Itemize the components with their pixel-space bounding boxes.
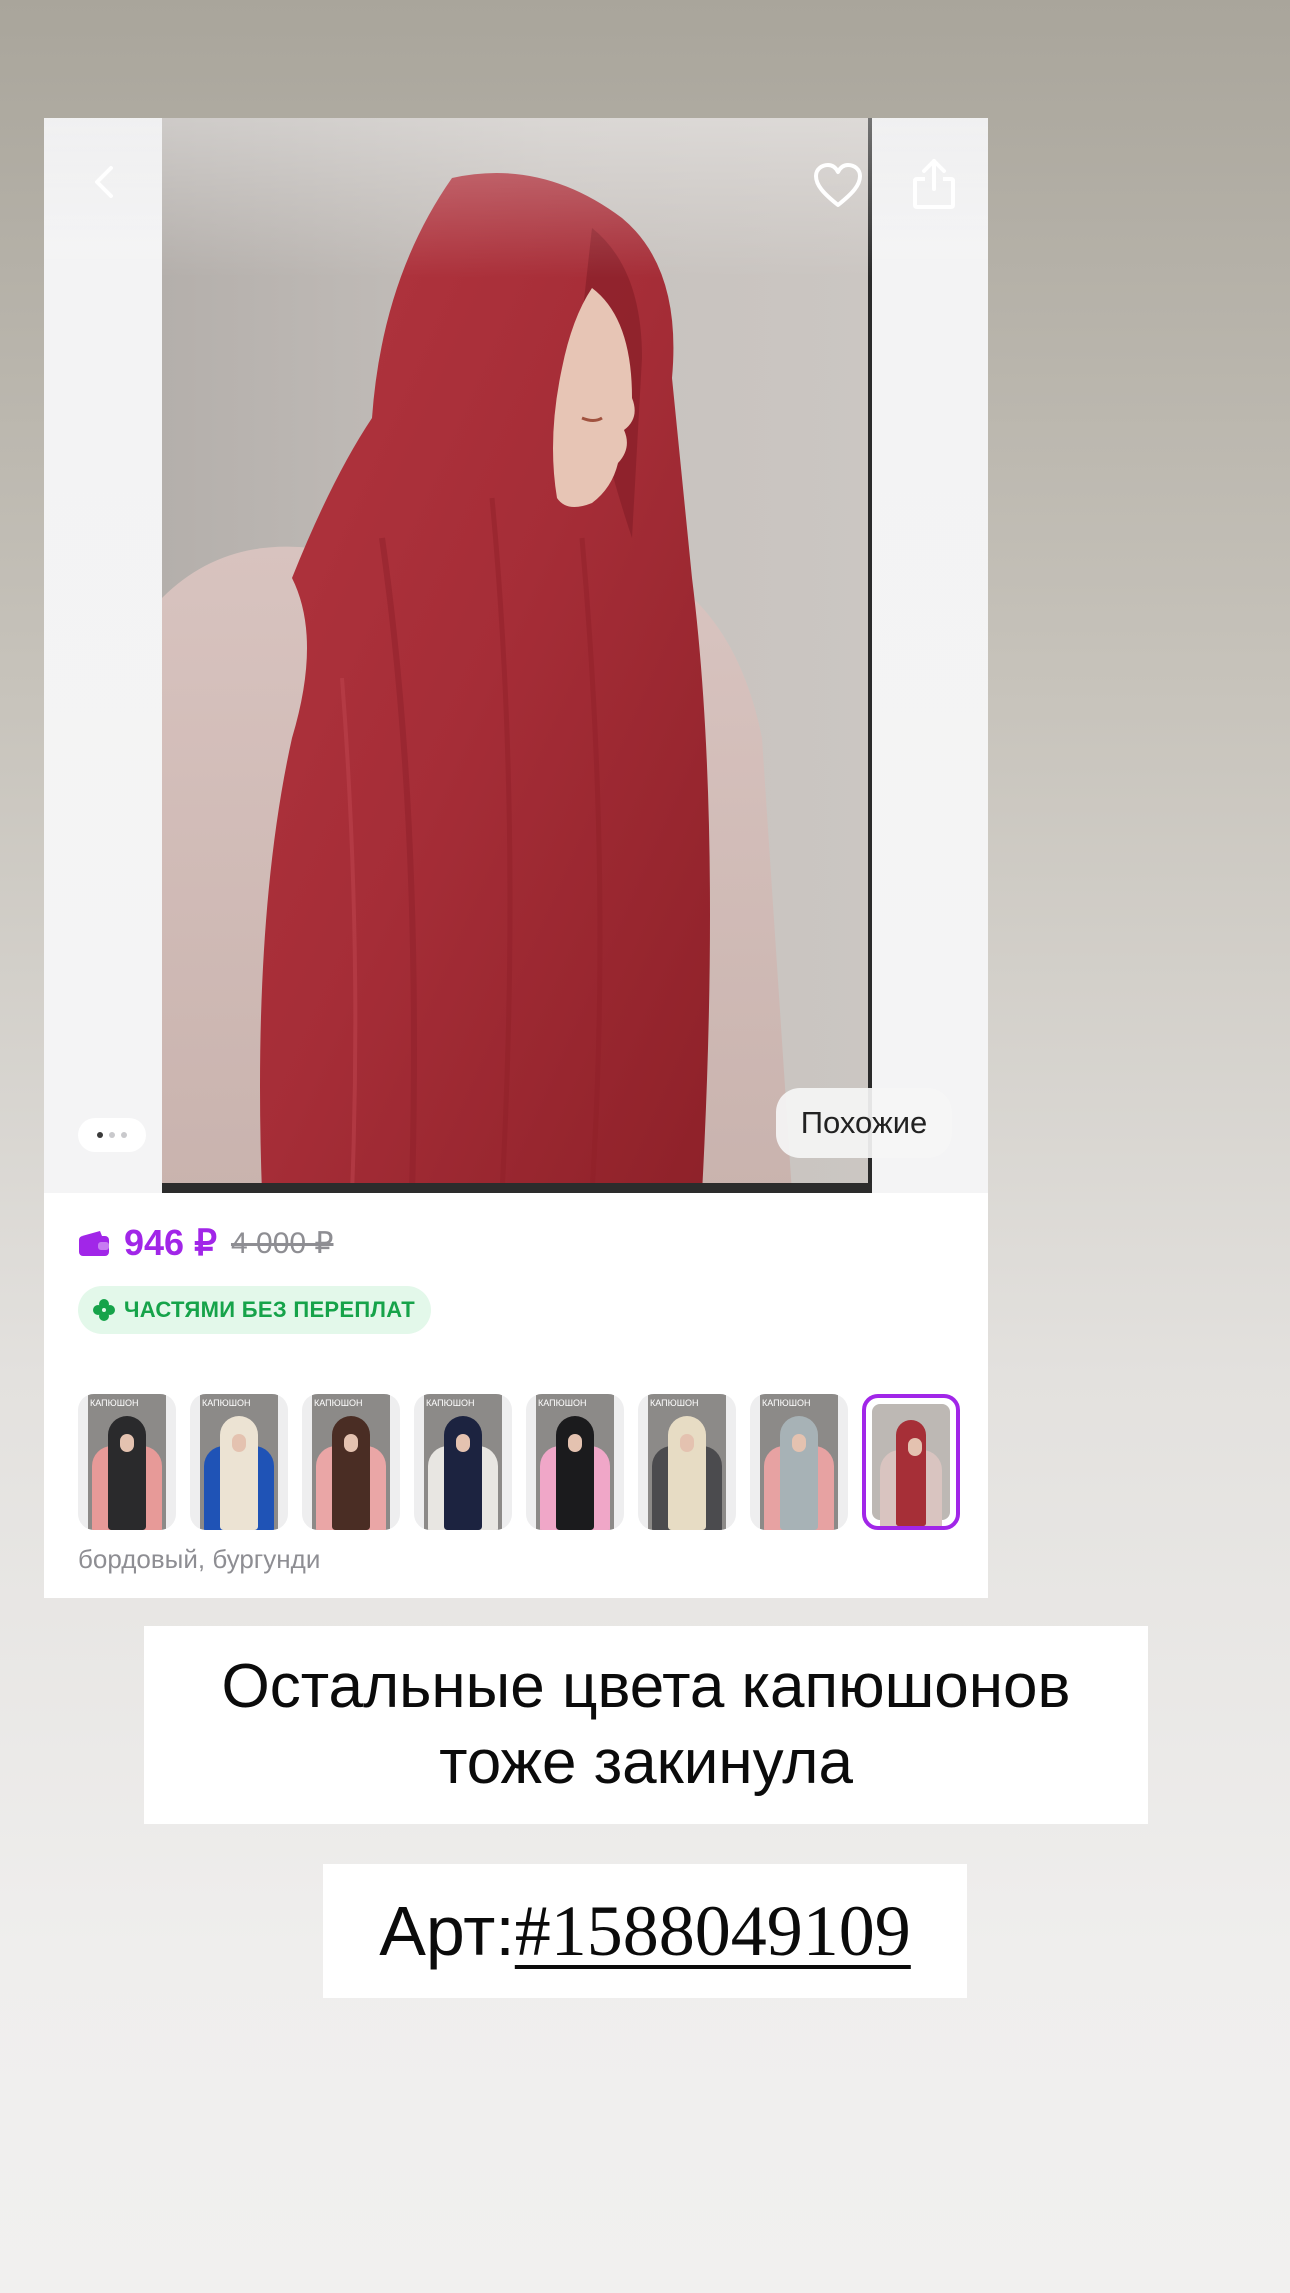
color-variant-thumbnail[interactable] — [862, 1394, 960, 1530]
caption-line-1: Остальные цвета капюшонов — [221, 1652, 1071, 1721]
thumbnail-hood — [896, 1420, 926, 1526]
caption-line-2: тоже закинула — [439, 1728, 853, 1797]
color-variant-thumbnail[interactable]: КАПЮШОН — [302, 1394, 400, 1530]
share-button[interactable] — [902, 152, 966, 216]
current-price: 946 ₽ — [124, 1222, 217, 1263]
price-row: 946 ₽ 4 000 ₽ — [78, 1218, 333, 1268]
color-variant-thumbnail[interactable]: КАПЮШОН — [638, 1394, 736, 1530]
thumbnail-caption: КАПЮШОН — [762, 1398, 811, 1408]
back-button[interactable] — [74, 150, 138, 214]
photo-edge — [868, 118, 872, 1193]
page-dot — [97, 1132, 103, 1138]
color-variant-thumbnail[interactable]: КАПЮШОН — [750, 1394, 848, 1530]
thumbnail-caption: КАПЮШОН — [314, 1398, 363, 1408]
product-gallery[interactable]: Похожие — [44, 118, 988, 1193]
thumbnail-face — [792, 1434, 806, 1452]
thumbnail-face — [568, 1434, 582, 1452]
thumbnail-face — [344, 1434, 358, 1452]
gallery-pagination — [78, 1118, 146, 1152]
thumbnail-face — [456, 1434, 470, 1452]
product-card: Похожие 946 ₽ 4 000 ₽ ЧАСТЯМИ БЕЗ ПЕРЕПЛ… — [44, 118, 988, 1598]
old-price: 4 000 ₽ — [230, 1226, 334, 1260]
installments-badge[interactable]: ЧАСТЯМИ БЕЗ ПЕРЕПЛАТ — [78, 1286, 432, 1334]
share-icon — [913, 159, 955, 209]
thumbnail-caption: КАПЮШОН — [538, 1398, 587, 1408]
color-variant-thumbnail[interactable]: КАПЮШОН — [526, 1394, 624, 1530]
thumbnail-face — [908, 1438, 922, 1456]
color-variant-thumbnail[interactable]: КАПЮШОН — [414, 1394, 512, 1530]
article-prefix: Арт: — [379, 1892, 515, 1970]
thumbnail-face — [680, 1434, 694, 1452]
thumbnail-face — [232, 1434, 246, 1452]
article-code[interactable]: #1588049109 — [515, 1890, 911, 1973]
thumbnail-caption: КАПЮШОН — [90, 1398, 139, 1408]
product-photo[interactable] — [162, 118, 872, 1193]
selected-color-name: бордовый, бургунди — [78, 1544, 321, 1574]
clover-icon — [93, 1299, 115, 1321]
page-dot — [121, 1132, 127, 1138]
story-caption: Остальные цвета капюшонов тоже закинула — [144, 1626, 1148, 1824]
favorite-button[interactable] — [806, 154, 870, 218]
thumbnail-caption: КАПЮШОН — [650, 1398, 699, 1408]
heart-icon — [814, 163, 862, 207]
color-variants: КАПЮШОН КАПЮШОН КАПЮШОН КАПЮШОН КАПЮШОН КАПЮШ… — [78, 1394, 960, 1530]
thumbnail-caption: КАПЮШОН — [202, 1398, 251, 1408]
chevron-left-icon — [95, 166, 113, 198]
wallet-icon — [79, 1231, 109, 1256]
caption-text: Остальные цвета капюшонов тоже закинула — [222, 1649, 1071, 1801]
installments-label: ЧАСТЯМИ БЕЗ ПЕРЕПЛАТ — [124, 1297, 416, 1322]
color-variant-thumbnail[interactable]: КАПЮШОН — [78, 1394, 176, 1530]
page-dot — [109, 1132, 115, 1138]
thumbnail-face — [120, 1434, 134, 1452]
similar-button[interactable]: Похожие — [776, 1088, 952, 1158]
thumbnail-caption: КАПЮШОН — [426, 1398, 475, 1408]
article-sticker[interactable]: Арт: #1588049109 — [323, 1864, 967, 1998]
color-variant-thumbnail[interactable]: КАПЮШОН — [190, 1394, 288, 1530]
product-photo-image — [162, 118, 872, 1193]
photo-edge — [162, 1183, 872, 1193]
